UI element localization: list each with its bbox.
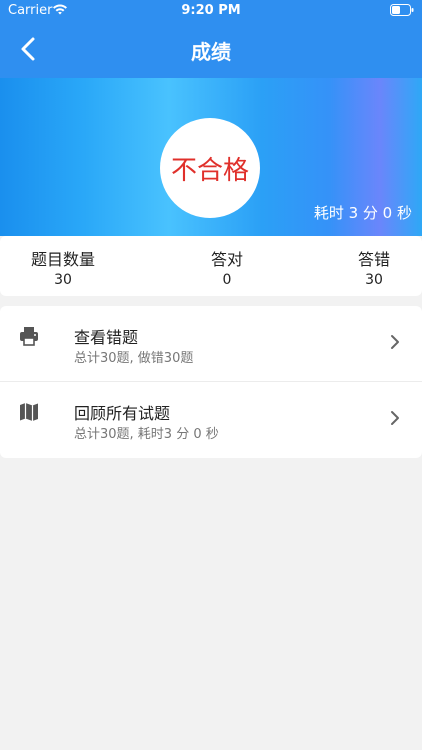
nav-bar: 成绩 bbox=[0, 22, 422, 78]
stat-wrong-value: 30 bbox=[365, 272, 383, 288]
battery-icon bbox=[390, 4, 414, 16]
result-banner: 不合格 耗时 3 分 0 秒 bbox=[0, 78, 422, 236]
header: Carrier 9:20 PM 成绩 bbox=[0, 0, 422, 78]
elapsed-time: 耗时 3 分 0 秒 bbox=[313, 204, 412, 222]
chevron-right-icon bbox=[391, 335, 399, 349]
review-all-questions-title: 回顾所有试题 bbox=[74, 404, 171, 423]
action-list: 查看错题 总计30题, 做错30题 回顾所有试题 总计30题, 耗时3 分 0 … bbox=[0, 306, 422, 458]
view-wrong-questions-item[interactable]: 查看错题 总计30题, 做错30题 bbox=[0, 306, 422, 382]
stat-total: 题目数量 30 bbox=[30, 246, 96, 288]
view-wrong-questions-title: 查看错题 bbox=[74, 328, 139, 347]
stat-wrong: 答错 30 bbox=[350, 246, 398, 288]
result-verdict: 不合格 bbox=[170, 155, 249, 186]
stat-correct-value: 0 bbox=[222, 272, 232, 288]
map-icon bbox=[20, 403, 38, 421]
stat-correct: 答对 0 bbox=[197, 246, 257, 288]
status-time: 9:20 PM bbox=[181, 3, 241, 18]
status-bar: Carrier 9:20 PM bbox=[0, 0, 422, 22]
stat-wrong-label: 答错 bbox=[357, 250, 390, 269]
view-wrong-questions-subtitle: 总计30题, 做错30题 bbox=[74, 351, 194, 366]
stats-card: 题目数量 30 答对 0 答错 30 bbox=[0, 236, 422, 296]
stat-total-value: 30 bbox=[54, 272, 72, 288]
result-badge: 不合格 bbox=[160, 118, 260, 218]
stat-correct-label: 答对 bbox=[210, 250, 243, 269]
chevron-right-icon bbox=[391, 411, 399, 425]
review-all-questions-item[interactable]: 回顾所有试题 总计30题, 耗时3 分 0 秒 bbox=[0, 382, 422, 457]
page-title: 成绩 bbox=[191, 40, 231, 64]
review-all-questions-subtitle: 总计30题, 耗时3 分 0 秒 bbox=[74, 427, 219, 442]
stat-total-label: 题目数量 bbox=[30, 250, 95, 269]
printer-icon bbox=[20, 327, 38, 346]
